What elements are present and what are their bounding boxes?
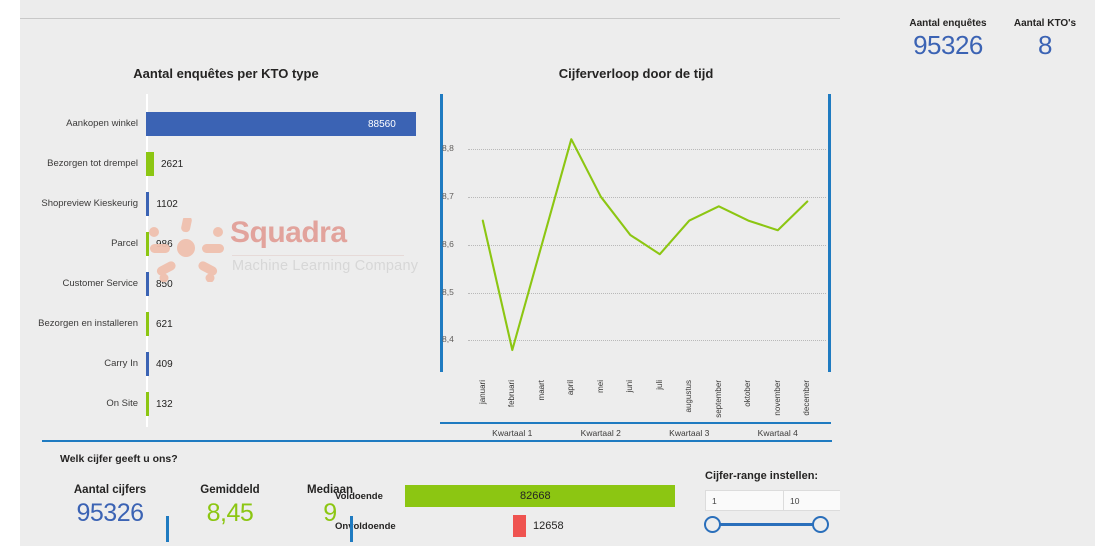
line-y-tick: 8,7 xyxy=(442,190,454,201)
line-y-tick: 8,5 xyxy=(442,286,454,297)
bar-category-label: On Site xyxy=(106,397,138,409)
pass-fail-value: 12658 xyxy=(533,520,564,532)
line-x-tick-label: februari xyxy=(507,380,517,408)
bar-value-label: 621 xyxy=(156,318,173,330)
bar-value-label: 2621 xyxy=(160,158,184,170)
kpi-separator xyxy=(166,516,169,542)
line-x-tick-label: juli xyxy=(654,380,664,390)
right-column: Aantal enquêtes95326Aantal KTO's8 Genoem… xyxy=(840,0,1095,546)
pass-fail-label: Onvoldoende xyxy=(335,521,396,532)
squadra-wordmark: Squadra xyxy=(230,216,347,249)
score-kpi: Aantal cijfers 95326 xyxy=(60,484,160,528)
line-quarter-label: Kwartaal 4 xyxy=(757,428,798,438)
line-x-tick-label: maart xyxy=(536,380,546,401)
bar-row[interactable]: Bezorgen tot drempel 2621 xyxy=(20,144,432,184)
header-kpi-value: 8 xyxy=(1038,30,1052,60)
range-slider-handle-min[interactable] xyxy=(704,516,721,533)
bar-fill[interactable] xyxy=(146,392,149,416)
bar-fill[interactable] xyxy=(146,152,154,176)
line-quarter-label: Kwartaal 2 xyxy=(580,428,621,438)
bar-row[interactable]: Bezorgen en installeren 621 xyxy=(20,304,432,344)
left-edge-margin xyxy=(0,0,20,546)
line-chart-panel[interactable]: Cijferverloop door de tijd januari februa… xyxy=(436,22,836,454)
squadra-logo-icon xyxy=(149,216,224,283)
line-x-tick-label: oktober xyxy=(743,380,753,407)
range-slider-title: Cijfer-range instellen: xyxy=(705,470,819,482)
header-kpi-value: 95326 xyxy=(913,30,983,60)
bar-value-label: 88560 xyxy=(368,118,396,130)
line-x-tick-label: september xyxy=(713,380,723,418)
header-kpi: Aantal KTO's 8 xyxy=(1000,18,1090,61)
bar-row[interactable]: On Site 132 xyxy=(20,384,432,424)
line-y-tick: 8,6 xyxy=(442,238,454,249)
range-slider-handle-max[interactable] xyxy=(812,516,829,533)
line-y-tick: 8,4 xyxy=(442,334,454,345)
bar-category-label: Bezorgen en installeren xyxy=(38,317,138,329)
range-slider-track[interactable] xyxy=(720,523,820,526)
line-series-cijfer xyxy=(481,138,809,352)
line-quarter-label: Kwartaal 3 xyxy=(669,428,710,438)
bar-category-label: Bezorgen tot drempel xyxy=(47,157,138,169)
header-kpi: Aantal enquêtes 95326 xyxy=(878,18,1018,61)
kpi-separator xyxy=(350,516,353,542)
header-kpi-label: Aantal KTO's xyxy=(1013,18,1077,29)
line-x-tick-label: januari xyxy=(477,380,487,405)
pass-fail-label: Voldoende xyxy=(335,491,383,502)
score-kpi-label: Aantal cijfers xyxy=(73,484,147,496)
line-x-tick-label: november xyxy=(772,380,782,416)
bar-category-label: Customer Service xyxy=(62,277,139,289)
bar-category-label: Carry In xyxy=(104,357,138,369)
range-min-input[interactable]: 1 xyxy=(705,490,785,511)
squadra-underline xyxy=(232,255,404,256)
header-kpi-label: Aantal enquêtes xyxy=(909,18,987,29)
squadra-watermark: Squadra Machine Learning Company xyxy=(148,216,438,288)
dashboard-root: Aantal enquêtes per KTO type Aankopen wi… xyxy=(0,0,1095,546)
score-kpi-value: 95326 xyxy=(76,499,144,527)
score-panel: Welk cijfer geeft u ons? Aantal cijfers 9… xyxy=(20,440,863,546)
pass-fail-value: 82668 xyxy=(520,490,551,502)
bar-fill[interactable] xyxy=(146,192,150,216)
bar-fill[interactable] xyxy=(146,312,149,336)
score-panel-question: Welk cijfer geeft u ons? xyxy=(60,453,178,465)
bar-fill[interactable] xyxy=(146,352,149,376)
line-quarter-label: Kwartaal 1 xyxy=(492,428,533,438)
line-x-tick-label: juni xyxy=(625,380,635,393)
pass-fail-bar[interactable] xyxy=(513,515,526,537)
bar-row[interactable]: Aankopen winkel 88560 xyxy=(20,104,432,144)
bar-chart-title: Aantal enquêtes per KTO type xyxy=(133,66,319,81)
bar-row[interactable]: Carry In 409 xyxy=(20,344,432,384)
squadra-tagline: Machine Learning Company xyxy=(232,258,419,274)
bar-value-label: 409 xyxy=(156,358,173,370)
line-chart-plot xyxy=(481,138,809,352)
line-x-tick-label: april xyxy=(566,380,576,396)
line-x-tick-label: december xyxy=(802,380,812,416)
line-y-tick: 8,8 xyxy=(442,142,454,153)
bar-category-label: Parcel xyxy=(111,237,138,249)
bar-value-label: 132 xyxy=(156,398,173,410)
bar-category-label: Shopreview Kieskeurig xyxy=(41,197,138,209)
score-kpi-value: 8,45 xyxy=(206,499,254,527)
score-kpi-label: Gemiddeld xyxy=(200,484,260,496)
score-panel-rule xyxy=(42,440,832,442)
bar-category-label: Aankopen winkel xyxy=(66,117,138,129)
line-x-tick-label: mei xyxy=(595,380,605,393)
line-x-tick-label: augustus xyxy=(684,380,694,413)
score-kpi: Gemiddeld 8,45 xyxy=(180,484,280,528)
